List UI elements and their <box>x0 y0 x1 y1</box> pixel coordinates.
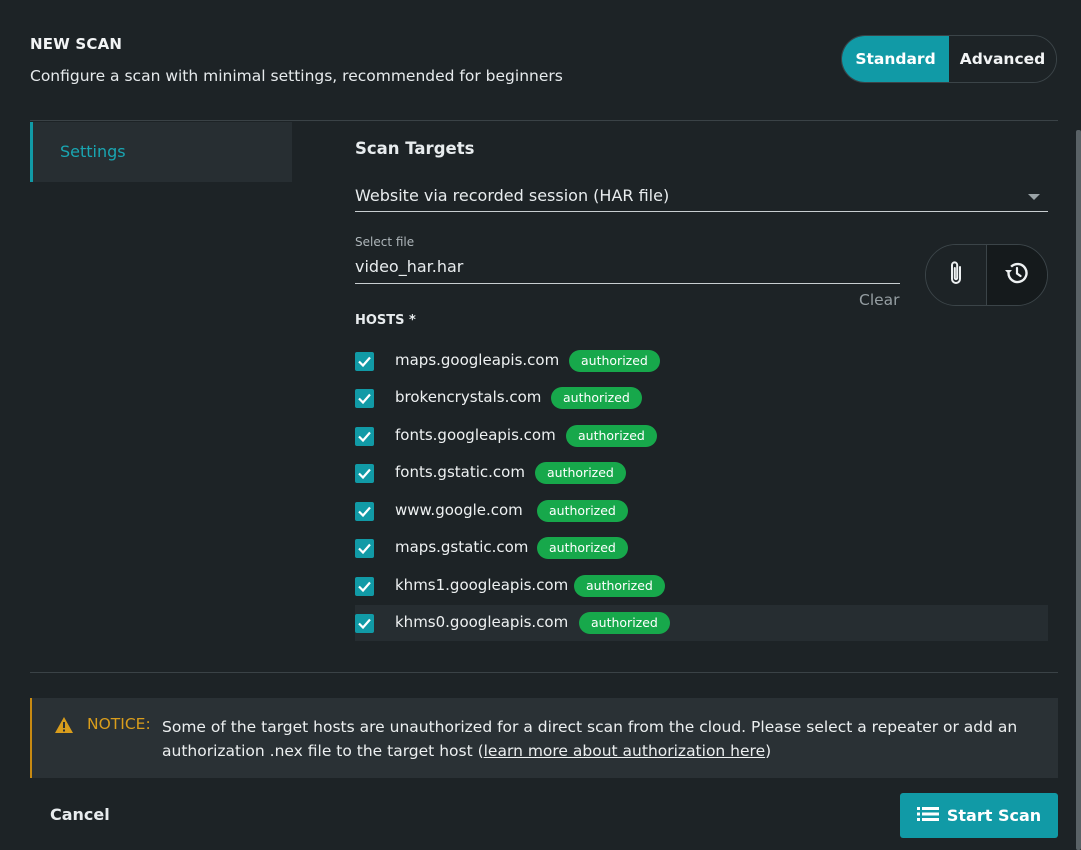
hosts-title: HOSTS * <box>355 313 416 328</box>
host-checkbox[interactable] <box>355 352 374 371</box>
target-type-value: Website via recorded session (HAR file) <box>355 186 670 205</box>
host-name: brokencrystals.com <box>395 388 542 406</box>
host-row: fonts.googleapis.com authorized <box>355 418 1048 454</box>
sidebar-item-settings[interactable]: Settings <box>30 122 292 182</box>
paperclip-icon <box>948 259 964 291</box>
host-row: www.google.com authorized <box>355 493 1048 529</box>
scrollbar[interactable] <box>1076 130 1081 850</box>
mode-toggle: Standard Advanced <box>841 35 1057 83</box>
chevron-down-icon <box>1028 194 1040 200</box>
host-row: maps.googleapis.com authorized <box>355 343 1048 379</box>
notice-text: Some of the target hosts are unauthorize… <box>162 715 1032 763</box>
target-type-select[interactable]: Website via recorded session (HAR file) <box>355 181 1048 212</box>
file-input[interactable]: video_har.har <box>355 253 900 284</box>
file-input-value: video_har.har <box>355 257 464 276</box>
start-scan-button[interactable]: Start Scan <box>900 793 1058 838</box>
content-divider <box>30 672 1058 673</box>
host-row: brokencrystals.com authorized <box>355 380 1048 416</box>
host-row: maps.gstatic.com authorized <box>355 530 1048 566</box>
file-actions <box>925 244 1048 306</box>
status-badge: authorized <box>569 350 660 372</box>
page-title: NEW SCAN <box>30 35 123 53</box>
status-badge: authorized <box>574 575 665 597</box>
host-checkbox[interactable] <box>355 427 374 446</box>
host-name: maps.gstatic.com <box>395 538 529 556</box>
status-badge: authorized <box>535 462 626 484</box>
attach-file-button[interactable] <box>926 245 987 305</box>
standard-mode-button[interactable]: Standard <box>842 36 949 82</box>
host-row: khms0.googleapis.com authorized <box>355 605 1048 641</box>
status-badge: authorized <box>551 387 642 409</box>
host-name: khms0.googleapis.com <box>395 613 569 631</box>
page-subtitle: Configure a scan with minimal settings, … <box>30 67 563 85</box>
status-badge: authorized <box>566 425 657 447</box>
host-checkbox[interactable] <box>355 577 374 596</box>
host-checkbox[interactable] <box>355 389 374 408</box>
learn-more-link[interactable]: learn more about authorization here <box>484 742 765 760</box>
scan-targets-title: Scan Targets <box>355 139 475 158</box>
sidebar-item-label: Settings <box>60 142 126 161</box>
list-icon <box>916 806 939 826</box>
history-icon <box>1003 259 1031 291</box>
notice-message-end: ) <box>765 742 772 760</box>
notice-banner: NOTICE: Some of the target hosts are una… <box>30 698 1058 778</box>
clear-button[interactable]: Clear <box>859 291 900 309</box>
start-scan-label: Start Scan <box>946 806 1042 825</box>
warning-icon <box>54 716 74 738</box>
status-badge: authorized <box>537 500 628 522</box>
host-checkbox[interactable] <box>355 539 374 558</box>
host-name: khms1.googleapis.com <box>395 576 569 594</box>
cancel-button[interactable]: Cancel <box>50 805 110 824</box>
host-name: fonts.googleapis.com <box>395 426 556 444</box>
host-checkbox[interactable] <box>355 502 374 521</box>
history-button[interactable] <box>987 245 1047 305</box>
advanced-mode-button[interactable]: Advanced <box>949 36 1056 82</box>
host-row: khms1.googleapis.com authorized <box>355 568 1048 604</box>
notice-label: NOTICE: <box>87 715 151 733</box>
header-divider <box>30 120 1058 121</box>
host-name: www.google.com <box>395 501 523 519</box>
status-badge: authorized <box>537 537 628 559</box>
host-name: fonts.gstatic.com <box>395 463 525 481</box>
host-checkbox[interactable] <box>355 614 374 633</box>
host-checkbox[interactable] <box>355 464 374 483</box>
host-name: maps.googleapis.com <box>395 351 560 369</box>
host-row: fonts.gstatic.com authorized <box>355 455 1048 491</box>
file-field-label: Select file <box>355 235 415 249</box>
status-badge: authorized <box>579 612 670 634</box>
